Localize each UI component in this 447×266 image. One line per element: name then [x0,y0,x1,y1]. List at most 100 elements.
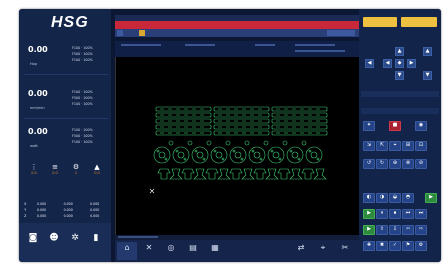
tab-1[interactable] [117,30,123,36]
mode-bar [361,91,439,97]
function-key[interactable]: ◓ [402,193,414,203]
camera-icon: ◙ [28,233,38,243]
speed-toggle-button[interactable]: ◀ [365,59,374,68]
function-key[interactable]: ⏹ [389,209,401,219]
control-stack[interactable]: ≡ 0.0 [46,161,64,189]
function-key[interactable]: ◉ [415,121,427,131]
function-key[interactable]: ◑ [376,193,388,203]
jog-up-button[interactable]: ▲ [395,47,404,56]
function-key[interactable]: ✓ [389,241,401,251]
function-key[interactable]: ◒ [389,193,401,203]
part-small-circle [206,140,212,146]
function-key[interactable]: ⚙ [415,241,427,251]
control-gear[interactable]: ⚙ 1 [67,161,85,189]
part-bracket [313,168,327,180]
function-key[interactable]: ⊕ [389,159,401,169]
speed-value: 0.00 [28,89,48,98]
part-small-circle [301,140,307,146]
user-button[interactable]: ☻ [45,229,63,257]
function-key[interactable]: ⏸ [376,209,388,219]
part-bolt-hole [251,149,255,153]
part-bolt-hole [221,157,225,161]
document-button[interactable]: ▤ [183,242,203,260]
camera-button[interactable]: ◙ [24,229,42,257]
function-key[interactable]: ⇲ [363,141,375,151]
function-key[interactable]: ⚑ [402,241,414,251]
jog-left-button[interactable]: ◀ [383,59,392,68]
home-button[interactable]: ⌂ [117,242,137,260]
function-key[interactable]: ⏮ [402,209,414,219]
part-bolt-hole [240,157,244,161]
parts-drawing [149,106,328,194]
part-bracket [265,168,279,180]
scan-icon: ⌖ [320,243,326,252]
start-key[interactable]: ▶ [425,193,437,203]
top-button-secondary[interactable] [401,17,437,27]
part-ring-hole [196,151,204,159]
home-icon: ⌂ [124,243,130,252]
part-bracket [205,168,219,180]
part-bolt-hole [297,157,301,161]
part-bolt-hole [316,157,320,161]
part-bolt-hole [278,157,282,161]
function-key[interactable]: ⇧ [376,225,388,235]
part-bolt-hole [194,149,198,153]
jog-right-button[interactable]: ▶ [407,59,416,68]
start-key[interactable]: ▶ [363,209,375,219]
origin-marker [149,188,155,194]
control-laser[interactable]: ⋮ 0.0 [25,161,43,189]
control-nozzle[interactable]: ▲ 0.0 [88,161,106,189]
start-key[interactable]: ▶ [363,225,375,235]
tools-button[interactable]: ✕ [139,242,159,260]
z-up-button[interactable]: ▲ [423,47,432,56]
function-key[interactable]: ⊗ [402,159,414,169]
part-bracket [169,168,183,180]
tool2-button[interactable]: ✂ [335,242,355,260]
nest-icon: ▦ [211,243,219,252]
nest-button[interactable]: ▦ [205,242,225,260]
part-bracket [289,168,303,180]
jog-center-button[interactable]: ◆ [395,59,404,68]
settings-button[interactable]: ✲ [66,229,84,257]
function-key[interactable]: ✦ [363,121,375,131]
function-key[interactable]: ⌖ [389,141,401,151]
function-key[interactable]: ✖ [376,241,388,251]
function-key[interactable]: ⊘ [415,159,427,169]
tab-action-button[interactable] [327,30,355,36]
function-key[interactable]: ⇦ [402,225,414,235]
cutting-canvas[interactable] [115,57,359,235]
sort-button[interactable]: ⇄ [291,242,311,260]
part-ring [172,146,190,164]
part-small-circle [225,140,231,146]
function-key[interactable]: ◐ [363,193,375,203]
part-bracket [277,168,291,180]
function-key[interactable]: ⊞ [402,141,414,151]
gear-icon: ⚙ [72,163,80,171]
power-button[interactable]: ▮ [87,229,105,257]
function-key[interactable]: ✚ [363,241,375,251]
part-bolt-hole [259,157,263,161]
tab-2[interactable] [139,30,145,36]
part-bracket [181,168,195,180]
top-button-primary[interactable] [363,17,397,27]
z-down-button[interactable]: ▼ [423,71,432,80]
stop-key[interactable]: ■ [389,121,401,131]
app-window: HSG 0.00 Hop F100 · 100% F500 · 100% F10… [19,9,441,262]
function-key[interactable]: ↺ [363,159,375,169]
layers-button[interactable]: ◎ [161,242,181,260]
scan-button[interactable]: ⌖ [313,242,333,260]
function-key[interactable]: ↻ [376,159,388,169]
part-ring [267,146,285,164]
function-key[interactable]: ⇱ [376,141,388,151]
function-key[interactable]: ⇨ [415,225,427,235]
table-row: Z 0.000 0.000 0.000 [24,214,100,218]
function-key[interactable]: ⏭ [415,209,427,219]
alarm-bar [115,21,359,29]
jog-down-button[interactable]: ▼ [395,71,404,80]
part-small-circle [282,140,288,146]
speed-unit: Hop [30,62,37,66]
left-panel: HSG 0.00 Hop F100 · 100% F500 · 100% F10… [19,9,111,262]
function-key[interactable]: ⊡ [415,141,427,151]
function-key[interactable]: ⇩ [389,225,401,235]
coordinate-table: X 0.000 0.000 0.000 Y 0.000 0.000 0.000 … [22,195,108,219]
